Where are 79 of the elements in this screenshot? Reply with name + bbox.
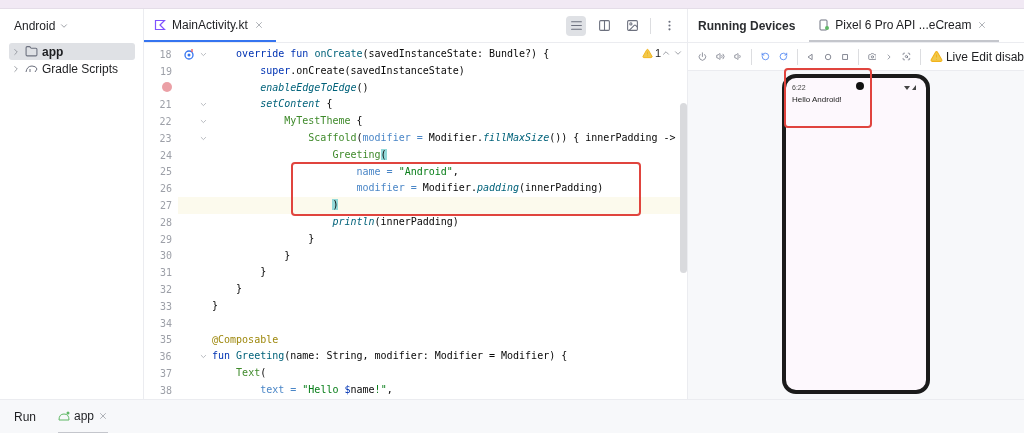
code-view-button[interactable] <box>566 15 586 36</box>
line-number: 32 <box>158 284 172 296</box>
line-number: 22 <box>158 116 172 128</box>
app-text: Hello Android! <box>792 95 843 104</box>
line-number: 23 <box>158 132 172 144</box>
line-number: 26 <box>158 183 172 195</box>
code-line: text = "Hello $name!", <box>259 382 393 397</box>
code-line: println(innerPadding) <box>331 214 459 229</box>
line-number: 24 <box>158 149 172 161</box>
run-panel-title: Run <box>14 409 36 424</box>
line-number: 31 <box>158 267 172 279</box>
override-icon[interactable] <box>183 48 196 61</box>
panel-title: Running Devices <box>698 18 796 33</box>
code-line: name = "Android", <box>355 164 459 179</box>
image-icon <box>625 19 639 32</box>
line-number: 28 <box>158 216 172 228</box>
code-line: super.onCreate(savedInstanceState) <box>259 63 465 78</box>
power-icon[interactable] <box>698 50 707 63</box>
code-line: } <box>283 248 291 263</box>
close-icon[interactable] <box>977 19 988 30</box>
kotlin-file-icon <box>154 18 166 31</box>
tree-item[interactable]: Gradle Scripts <box>9 60 135 77</box>
code-line: fun Greeting(name: String, modifier: Modifier = Modifier) { <box>211 349 568 364</box>
line-number: 38 <box>158 384 172 396</box>
camera-icon[interactable] <box>867 50 877 63</box>
folder-icon <box>25 45 38 58</box>
line-number: 18 <box>158 48 172 60</box>
file-tab[interactable]: MainActivity.kt <box>144 9 276 42</box>
line-number: 35 <box>158 334 172 346</box>
close-icon[interactable] <box>253 19 264 30</box>
code-line: Greeting( <box>331 147 387 162</box>
code-line: } <box>235 282 243 297</box>
camera-hole-icon <box>856 82 864 90</box>
warning-icon <box>929 50 943 63</box>
device-icon <box>819 18 830 31</box>
line-number: 37 <box>158 368 172 380</box>
android-run-icon <box>58 410 70 421</box>
code-line: } <box>211 298 219 313</box>
line-number: 27 <box>158 200 172 212</box>
code-line: Text( <box>235 366 267 381</box>
code-line: override fun onCreate(savedInstanceState: Bundle?) { <box>235 47 550 61</box>
warning-icon <box>641 47 653 59</box>
signal-icon <box>904 85 918 90</box>
chevron-down-icon[interactable] <box>673 48 683 58</box>
code-line: } <box>259 265 267 280</box>
live-edit-notice[interactable]: Live Edit disab <box>929 49 1024 64</box>
volume-down-icon[interactable] <box>733 50 743 63</box>
line-number: 19 <box>158 65 172 77</box>
run-tab[interactable]: app <box>58 399 109 433</box>
rotate-right-icon[interactable] <box>778 50 788 63</box>
chevron-down-icon[interactable] <box>59 21 70 31</box>
line-number: 36 <box>158 351 172 363</box>
lines-icon <box>569 19 583 32</box>
code-line: @Composable <box>211 332 279 347</box>
code-line: MyTestTheme { <box>283 114 363 129</box>
close-icon[interactable] <box>98 410 109 421</box>
line-number: 34 <box>158 317 172 329</box>
volume-up-icon[interactable] <box>715 50 725 63</box>
chevron-right-icon[interactable] <box>11 63 21 74</box>
breakpoint-icon[interactable] <box>162 82 172 92</box>
tree-item[interactable]: app <box>9 43 135 60</box>
scrollbar[interactable] <box>680 103 687 273</box>
chevron-up-icon[interactable] <box>661 48 671 58</box>
line-number: 21 <box>158 99 172 111</box>
line-number: 29 <box>158 233 172 245</box>
chevron-right-icon[interactable] <box>11 46 21 57</box>
warning-count[interactable]: 1 <box>641 47 661 59</box>
code-line: Scaffold(modifier = Modifier.fillMaxSize()) { innerPadding -> <box>307 131 676 145</box>
code-line: enableEdgeToEdge() <box>259 80 369 95</box>
code-line: modifier = Modifier.padding(innerPadding) <box>355 181 604 196</box>
columns-icon <box>597 19 611 32</box>
line-number: 33 <box>158 300 172 312</box>
code-line: } <box>307 231 315 246</box>
line-number: 30 <box>158 250 172 262</box>
code-line: setContent { <box>259 97 333 112</box>
rotate-left-icon[interactable] <box>761 50 770 63</box>
project-view-dropdown[interactable]: Android <box>14 19 56 33</box>
inspect-icon[interactable] <box>902 50 912 63</box>
line-number: 25 <box>158 166 172 178</box>
